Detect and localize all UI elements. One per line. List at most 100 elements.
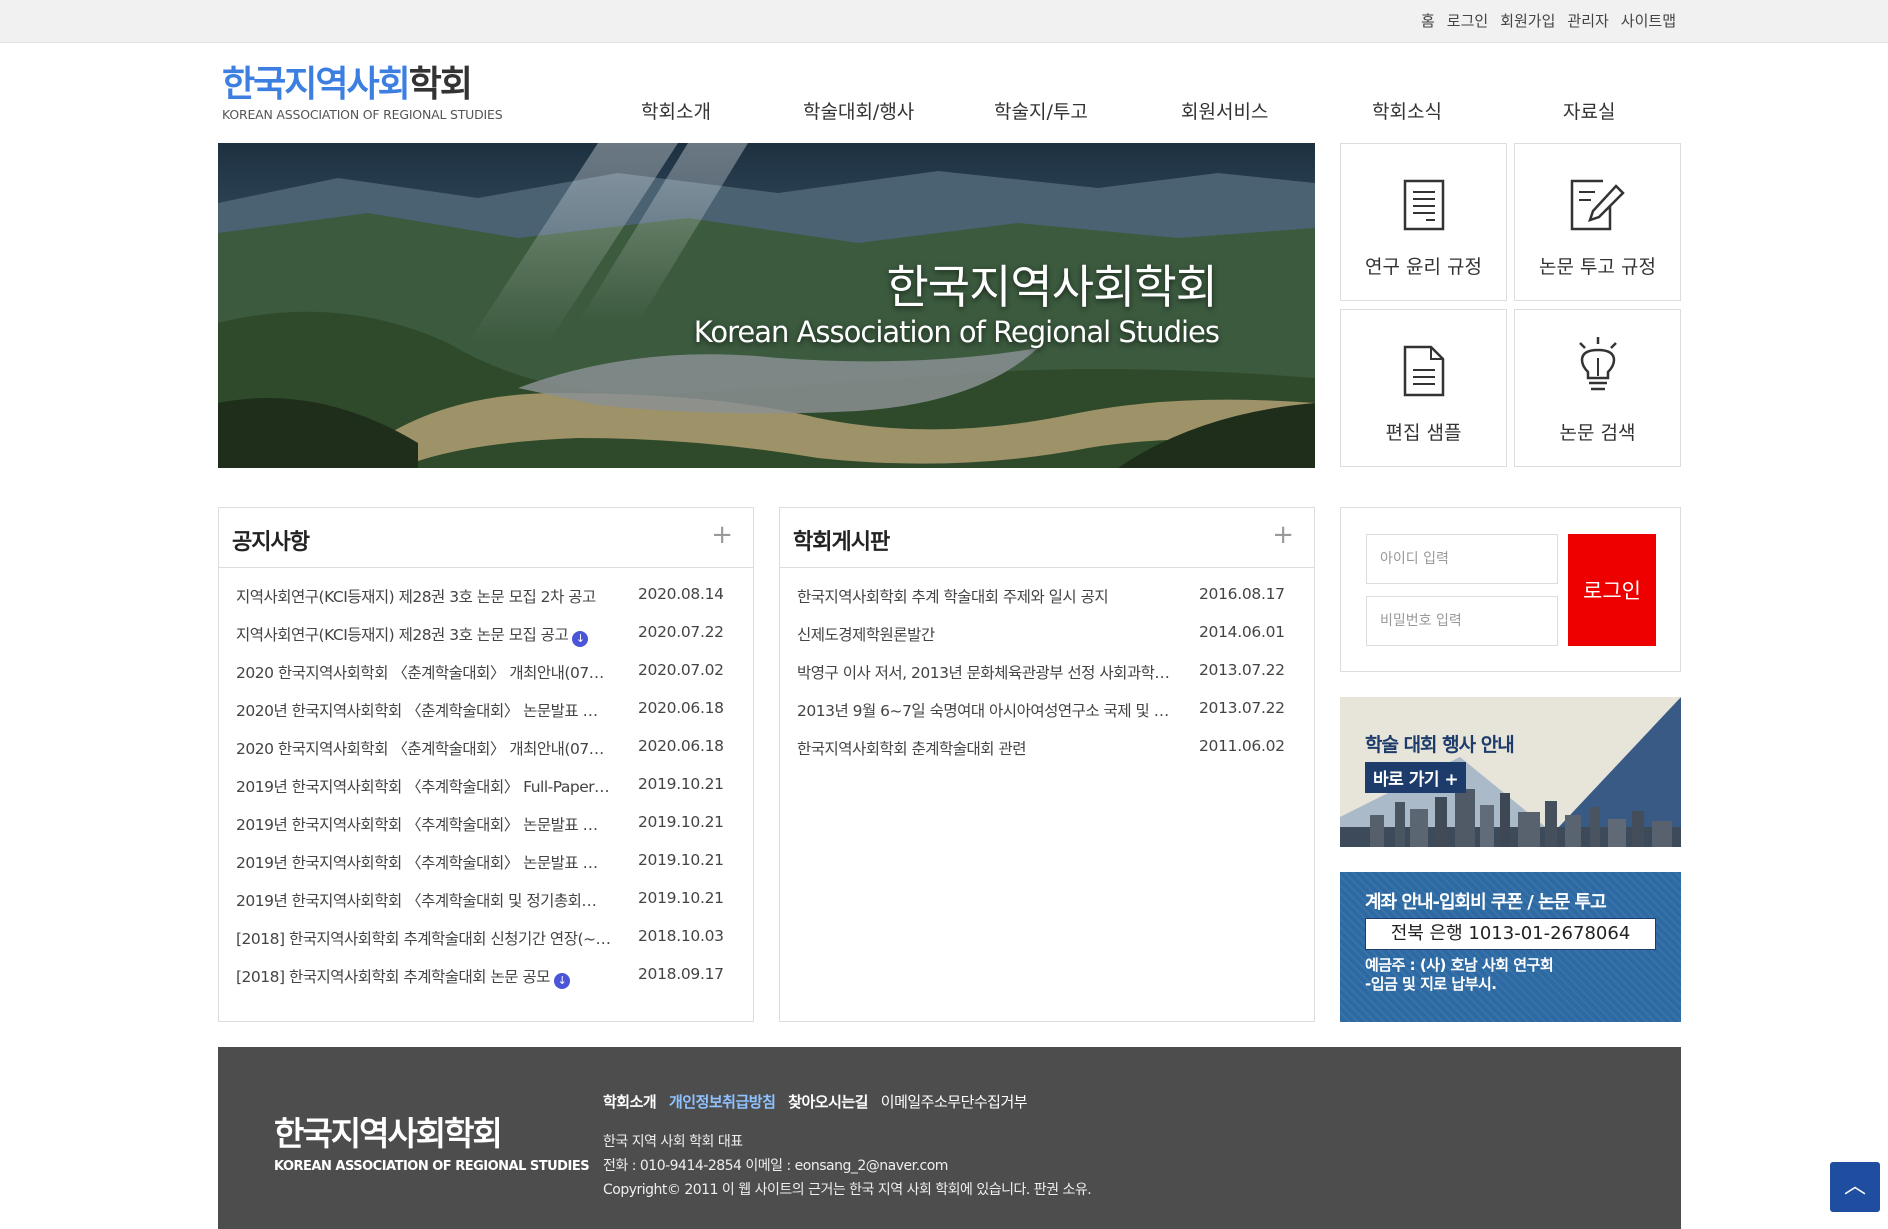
post-title[interactable]: 지역사회연구(KCI등재지) 제28권 3호 논문 모집 2차 공고 [236,585,611,607]
event-go-button[interactable]: 바로 가기 + [1365,762,1467,793]
list-item[interactable]: 박영구 이사 저서, 2013년 문화체육관광부 선정 사회과학… 2013.07… [780,653,1314,691]
quick-link-label: 편집 샘플 [1385,422,1462,444]
list-item[interactable]: [2018] 한국지역사회학회 추계학술대회 논문 공모 ↓ 2018.09.17 [219,957,753,995]
post-date: 2018.09.17 [638,965,724,983]
document-lines-icon [1403,179,1444,231]
post-date: 2019.10.21 [638,851,724,869]
list-item[interactable]: 한국지역사회학회 춘계학술대회 관련 2011.06.02 [780,729,1314,767]
notice-title: 공지사항 [232,530,310,555]
utility-bar: 홈 로그인 회원가입 관리자 사이트맵 [0,0,1888,43]
id-input[interactable] [1366,534,1558,584]
quick-link-submission-rules[interactable]: 논문 투고 규정 [1514,143,1681,301]
nav-conference[interactable]: 학술대회/행사 [803,97,914,124]
password-input[interactable] [1366,596,1558,646]
hero-subtitle: Korean Association of Regional Studies [693,315,1220,349]
list-item[interactable]: 2020 한국지역사회학회 〈춘계학술대회〉 개최안내(07월0… 2020.06… [219,729,753,767]
site-logo[interactable]: 한국지역사회학회 KOREAN ASSOCIATION OF REGIONAL … [222,65,532,127]
post-title[interactable]: 한국지역사회학회 춘계학술대회 관련 [797,737,1172,759]
scroll-top-button[interactable]: ︿ [1830,1162,1880,1212]
chevron-up-icon: ︿ [1843,1174,1866,1199]
list-item[interactable]: 2020년 한국지역사회학회 〈춘계학술대회〉 논문발표 신청… 2020.06.… [219,691,753,729]
account-banner: 계좌 안내-입회비 쿠폰 / 논문 투고 전북 은행 1013-01-26780… [1340,872,1681,1022]
post-date: 2019.10.21 [638,813,724,831]
board-title: 학회게시판 [793,530,890,555]
list-item[interactable]: 2019년 한국지역사회학회 〈추계학술대회〉 Full-Paper 논… 201… [219,767,753,805]
edit-document-icon [1570,179,1625,231]
list-item[interactable]: 2020 한국지역사회학회 〈춘계학술대회〉 개최안내(07월0… 2020.07… [219,653,753,691]
nav-archive[interactable]: 자료실 [1563,97,1615,124]
utility-link-login[interactable]: 로그인 [1447,10,1488,31]
list-item[interactable]: 지역사회연구(KCI등재지) 제28권 3호 논문 모집 공고 ↓ 2020.07.… [219,615,753,653]
post-title[interactable]: 2019년 한국지역사회학회 〈추계학술대회〉 Full-Paper 논… [236,775,611,797]
post-date: 2020.07.02 [638,661,724,679]
list-item[interactable]: 지역사회연구(KCI등재지) 제28권 3호 논문 모집 2차 공고 2020.0… [219,577,753,615]
event-banner-title: 학술 대회 행사 안내 [1365,734,1515,756]
post-title[interactable]: 2019년 한국지역사회학회 〈추계학술대회〉 논문발표 신청 … [236,851,611,873]
notice-more-button[interactable]: + [711,522,733,548]
logo-korean: 한국지역사회학회 [222,64,473,105]
list-item[interactable]: 신제도경제학원론발간 2014.06.01 [780,615,1314,653]
login-button[interactable]: 로그인 [1568,534,1656,646]
quick-link-edit-sample[interactable]: 편집 샘플 [1340,309,1507,467]
post-title[interactable]: 2019년 한국지역사회학회 〈추계학술대회〉 논문발표 신청… [236,813,611,835]
account-banner-title: 계좌 안내-입회비 쿠폰 / 논문 투고 [1365,892,1607,913]
footer-links: 학회소개 개인정보취급방침 찾아오시는길 이메일주소무단수집거부 [603,1091,1035,1112]
post-date: 2013.07.22 [1199,661,1285,679]
nav-news[interactable]: 학회소식 [1372,97,1442,124]
post-title[interactable]: 2020 한국지역사회학회 〈춘계학술대회〉 개최안내(07월0… [236,737,611,759]
footer-representative: 한국 지역 사회 학회 대표 [603,1134,743,1150]
footer-link-directions[interactable]: 찾아오시는길 [788,1093,868,1111]
post-title[interactable]: 2020년 한국지역사회학회 〈춘계학술대회〉 논문발표 신청… [236,699,611,721]
list-item[interactable]: [2018] 한국지역사회학회 추계학술대회 신청기간 연장(~… 2018.10… [219,919,753,957]
list-item[interactable]: 2013년 9월 6~7일 숙명여대 아시아여성연구소 국제 및 추… 2013.… [780,691,1314,729]
post-title[interactable]: 신제도경제학원론발간 [797,623,1172,645]
quick-link-label: 논문 투고 규정 [1539,256,1656,278]
quick-link-research-ethics[interactable]: 연구 윤리 규정 [1340,143,1507,301]
footer-logo: 한국지역사회학회 KOREAN ASSOCIATION OF REGIONAL … [274,1107,590,1174]
utility-link-home[interactable]: 홈 [1421,10,1435,31]
utility-link-sitemap[interactable]: 사이트맵 [1621,10,1676,31]
event-banner[interactable]: 학술 대회 행사 안내 바로 가기 + [1340,697,1681,847]
post-title[interactable]: 2013년 9월 6~7일 숙명여대 아시아여성연구소 국제 및 추… [797,699,1172,721]
bank-account-number: 전북 은행 1013-01-2678064 [1365,918,1656,950]
footer: 한국지역사회학회 KOREAN ASSOCIATION OF REGIONAL … [218,1047,1681,1229]
footer-info: 한국 지역 사회 학회 대표 전화 : 010-9414-2854 이메일 : … [603,1130,1092,1202]
post-date: 2020.06.18 [638,737,724,755]
notice-board: 공지사항 + 지역사회연구(KCI등재지) 제28권 3호 논문 모집 2차 공… [218,507,754,1022]
post-title[interactable]: 지역사회연구(KCI등재지) 제28권 3호 논문 모집 공고 ↓ [236,623,611,647]
post-title[interactable]: [2018] 한국지역사회학회 추계학술대회 신청기간 연장(~… [236,927,611,949]
utility-link-signup[interactable]: 회원가입 [1500,10,1555,31]
post-date: 2020.07.22 [638,623,724,641]
account-holder-note: 예금주 : (사) 호남 사회 연구회 -입금 및 지로 납부시. [1365,956,1554,993]
utility-link-admin[interactable]: 관리자 [1567,10,1608,31]
list-item[interactable]: 2019년 한국지역사회학회 〈추계학술대회 및 정기총회〉 개… 2019.10… [219,881,753,919]
quick-link-paper-search[interactable]: 논문 검색 [1514,309,1681,467]
quick-link-label: 논문 검색 [1559,422,1636,444]
download-icon: ↓ [572,631,589,647]
nav-about[interactable]: 학회소개 [641,97,711,124]
utility-nav: 홈 로그인 회원가입 관리자 사이트맵 [1421,10,1676,31]
post-title[interactable]: 한국지역사회학회 추계 학술대회 주제와 일시 공지 [797,585,1172,607]
post-date: 2019.10.21 [638,889,724,907]
nav-member[interactable]: 회원서비스 [1181,97,1268,124]
post-title[interactable]: 박영구 이사 저서, 2013년 문화체육관광부 선정 사회과학… [797,661,1172,683]
file-icon [1403,345,1444,397]
board-header: 학회게시판 + [780,508,1314,568]
board-list: 한국지역사회학회 추계 학술대회 주제와 일시 공지 2016.08.17 신제도경… [780,568,1314,767]
list-item[interactable]: 한국지역사회학회 추계 학술대회 주제와 일시 공지 2016.08.17 [780,577,1314,615]
list-item[interactable]: 2019년 한국지역사회학회 〈추계학술대회〉 논문발표 신청… 2019.10.… [219,805,753,843]
post-date: 2011.06.02 [1199,737,1285,755]
post-title[interactable]: 2020 한국지역사회학회 〈춘계학술대회〉 개최안내(07월0… [236,661,611,683]
notice-header: 공지사항 + [219,508,753,568]
board-more-button[interactable]: + [1272,522,1294,548]
footer-link-email-policy[interactable]: 이메일주소무단수집거부 [881,1093,1028,1111]
post-title[interactable]: 2019년 한국지역사회학회 〈추계학술대회 및 정기총회〉 개… [236,889,611,911]
nav-journal[interactable]: 학술지/투고 [994,97,1088,124]
list-item[interactable]: 2019년 한국지역사회학회 〈추계학술대회〉 논문발표 신청 … 2019.10… [219,843,753,881]
footer-link-about[interactable]: 학회소개 [603,1093,657,1111]
post-date: 2020.06.18 [638,699,724,717]
post-date: 2013.07.22 [1199,699,1285,717]
post-title[interactable]: [2018] 한국지역사회학회 추계학술대회 논문 공모 ↓ [236,965,611,989]
footer-link-privacy[interactable]: 개인정보취급방침 [669,1093,776,1111]
logo-english: KOREAN ASSOCIATION OF REGIONAL STUDIES [222,107,503,122]
